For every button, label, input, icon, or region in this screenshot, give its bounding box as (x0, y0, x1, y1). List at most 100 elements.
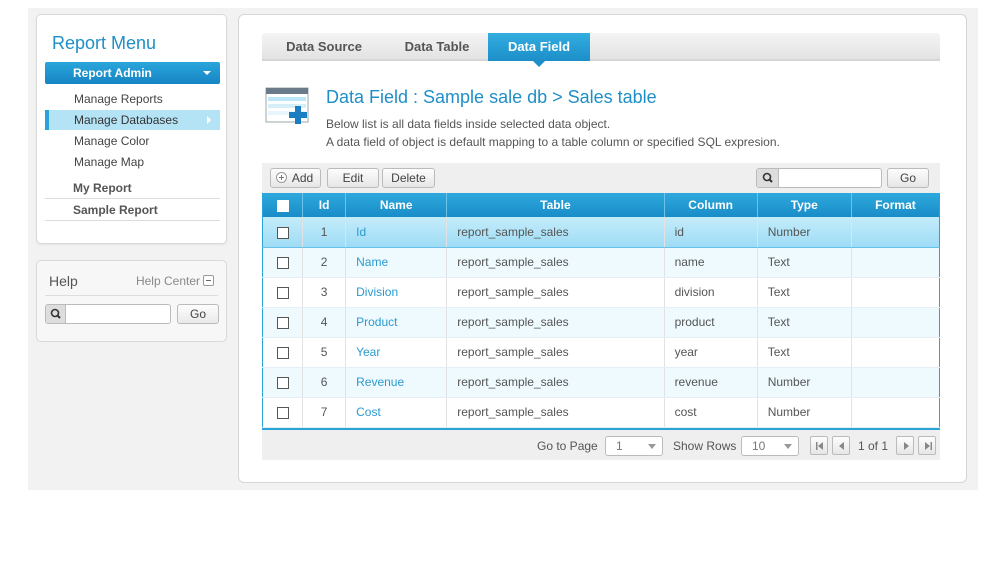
help-title: Help (49, 273, 78, 289)
cell-column: cost (664, 397, 758, 428)
row-checkbox-cell[interactable] (262, 337, 304, 368)
table-row[interactable]: 1 Id report_sample_sales id Number (262, 217, 940, 248)
row-checkbox-cell[interactable] (262, 247, 304, 278)
last-page-button[interactable] (918, 436, 936, 455)
first-page-button[interactable] (810, 436, 828, 455)
menu-item-label: Manage Color (74, 134, 150, 148)
menu-item-my-report[interactable]: My Report (45, 177, 220, 199)
row-checkbox[interactable] (276, 256, 289, 269)
delete-button[interactable]: Delete (382, 168, 435, 188)
menu-item-label: My Report (73, 181, 132, 195)
cell-name-link[interactable]: Name (345, 247, 448, 278)
menu-item-manage-map[interactable]: Manage Map (45, 152, 220, 172)
cell-type: Number (757, 367, 852, 398)
collapse-icon[interactable] (203, 275, 214, 286)
row-checkbox-cell[interactable] (262, 307, 304, 338)
next-page-button[interactable] (896, 436, 914, 455)
cell-name-link[interactable]: Year (345, 337, 448, 368)
cell-table: report_sample_sales (446, 217, 665, 248)
row-checkbox[interactable] (276, 286, 289, 299)
prev-page-icon (839, 442, 844, 450)
cell-format (851, 277, 940, 308)
cell-format (851, 247, 940, 278)
select-all-checkbox[interactable] (276, 199, 289, 212)
prev-page-button[interactable] (832, 436, 850, 455)
column-header-format[interactable]: Format (851, 193, 940, 217)
tab-data-source[interactable]: Data Source (262, 33, 386, 61)
pagination-bar: Go to Page 1 Show Rows 10 1 of 1 (262, 428, 940, 460)
menu-section-label: Report Admin (73, 66, 152, 80)
row-checkbox-cell[interactable] (262, 217, 304, 248)
divider (45, 295, 218, 296)
menu-section-report-admin[interactable]: Report Admin (45, 62, 220, 84)
page-select[interactable]: 1 (605, 436, 663, 456)
cell-column: revenue (664, 367, 758, 398)
cell-table: report_sample_sales (446, 247, 665, 278)
table-row[interactable]: 4 Product report_sample_sales product Te… (262, 307, 940, 338)
tab-label: Data Field (507, 39, 571, 54)
table-row[interactable]: 6 Revenue report_sample_sales revenue Nu… (262, 367, 940, 398)
cell-name-link[interactable]: Division (345, 277, 448, 308)
cell-column: division (664, 277, 758, 308)
tab-data-field[interactable]: Data Field (488, 33, 590, 67)
add-label: Add (291, 171, 314, 185)
cell-column: id (664, 217, 758, 248)
tab-bar: Data Source Data Table Data Field (262, 33, 940, 67)
add-button[interactable]: Add (270, 168, 321, 188)
report-menu-panel: Report Menu Report Admin Manage Reports … (36, 14, 227, 244)
cell-type: Text (757, 337, 852, 368)
rows-select-value: 10 (752, 439, 766, 453)
row-checkbox-cell[interactable] (262, 397, 304, 428)
cell-table: report_sample_sales (446, 277, 665, 308)
menu-item-manage-color[interactable]: Manage Color (45, 131, 220, 151)
table-row[interactable]: 3 Division report_sample_sales division … (262, 277, 940, 308)
grid-search-input[interactable] (756, 168, 882, 188)
grid-go-button[interactable]: Go (887, 168, 929, 188)
row-checkbox[interactable] (276, 406, 289, 419)
column-header-type[interactable]: Type (757, 193, 852, 217)
menu-item-manage-reports[interactable]: Manage Reports (45, 89, 220, 109)
edit-button[interactable]: Edit (327, 168, 379, 188)
row-checkbox[interactable] (276, 376, 289, 389)
table-row[interactable]: 7 Cost report_sample_sales cost Number (262, 397, 940, 428)
chevron-right-icon (207, 116, 211, 124)
chevron-down-icon (648, 444, 656, 449)
cell-name-link[interactable]: Cost (345, 397, 448, 428)
search-icon (46, 305, 66, 323)
select-all-checkbox-cell[interactable] (262, 193, 304, 217)
cell-type: Number (757, 217, 852, 248)
menu-item-manage-databases[interactable]: Manage Databases (45, 110, 220, 130)
tab-label: Data Source (286, 39, 362, 54)
help-search-input[interactable] (45, 304, 171, 324)
cell-name-link[interactable]: Id (345, 217, 448, 248)
column-header-column[interactable]: Column (664, 193, 758, 217)
row-checkbox-cell[interactable] (262, 367, 304, 398)
cell-format (851, 337, 940, 368)
column-header-table[interactable]: Table (446, 193, 665, 217)
last-page-icon (925, 442, 932, 450)
page-title: Data Field : Sample sale db > Sales tabl… (326, 87, 657, 107)
tab-data-table[interactable]: Data Table (386, 33, 488, 61)
help-go-button[interactable]: Go (177, 304, 219, 324)
data-field-icon (265, 86, 313, 128)
cell-name-link[interactable]: Revenue (345, 367, 448, 398)
column-header-name[interactable]: Name (345, 193, 448, 217)
cell-name-link[interactable]: Product (345, 307, 448, 338)
table-row[interactable]: 5 Year report_sample_sales year Text (262, 337, 940, 368)
rows-select[interactable]: 10 (741, 436, 799, 456)
menu-title: Report Menu (52, 33, 157, 53)
row-checkbox[interactable] (276, 226, 289, 239)
table-row[interactable]: 2 Name report_sample_sales name Text (262, 247, 940, 278)
row-checkbox[interactable] (276, 316, 289, 329)
row-checkbox-cell[interactable] (262, 277, 304, 308)
table-header-row: Id Name Table Column Type Format (262, 193, 940, 217)
page-description-line1: Below list is all data fields inside sel… (326, 117, 611, 131)
menu-item-sample-report[interactable]: Sample Report (45, 199, 220, 221)
next-page-icon (904, 442, 909, 450)
menu-item-label: Manage Map (74, 155, 145, 169)
row-checkbox[interactable] (276, 346, 289, 359)
help-center-link[interactable]: Help Center (136, 274, 200, 288)
goto-page-label: Go to Page (537, 439, 598, 453)
data-field-table: Id Name Table Column Type Format 1 Id re… (262, 193, 940, 428)
column-header-id[interactable]: Id (302, 193, 347, 217)
